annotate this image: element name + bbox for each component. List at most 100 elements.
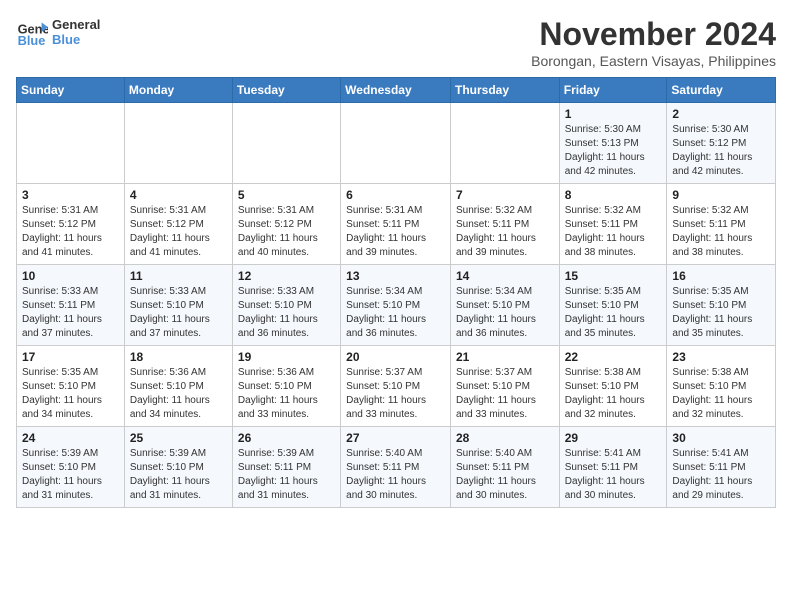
calendar-week-3: 10Sunrise: 5:33 AM Sunset: 5:11 PM Dayli…	[17, 265, 776, 346]
calendar-cell: 27 Sunrise: 5:40 AM Sunset: 5:11 PM Dayli…	[341, 427, 451, 508]
day-info: Sunrise: 5:35 AM Sunset: 5:10 PM Dayligh…	[672, 285, 770, 341]
day-number: 12	[238, 269, 335, 283]
day-number: 6	[346, 188, 445, 202]
calendar-cell: 2 Sunrise: 5:30 AM Sunset: 5:12 PM Daylig…	[667, 103, 776, 184]
day-number: 22	[565, 350, 662, 364]
day-number: 24	[22, 431, 119, 445]
calendar-cell: 12 Sunrise: 5:33 AM Sunset: 5:10 PM Dayli…	[232, 265, 340, 346]
day-info: Sunrise: 5:35 AM Sunset: 5:10 PM Dayligh…	[565, 285, 662, 341]
day-number: 9	[672, 188, 770, 202]
calendar-cell: 16 Sunrise: 5:35 AM Sunset: 5:10 PM Dayli…	[667, 265, 776, 346]
day-number: 5	[238, 188, 335, 202]
day-number: 27	[346, 431, 445, 445]
logo-icon: General Blue	[16, 16, 48, 48]
calendar-cell: 29Sunrise: 5:41 AM Sunset: 5:11 PM Dayli…	[559, 427, 667, 508]
day-number: 1	[565, 107, 662, 121]
day-number: 29	[565, 431, 662, 445]
day-number: 19	[238, 350, 335, 364]
day-info: Sunrise: 5:31 AM Sunset: 5:12 PM Dayligh…	[130, 204, 227, 260]
calendar-cell: 3 Sunrise: 5:31 AM Sunset: 5:12 PM Daylig…	[17, 184, 125, 265]
calendar-cell: 18Sunrise: 5:36 AM Sunset: 5:10 PM Dayli…	[124, 346, 232, 427]
day-number: 20	[346, 350, 445, 364]
calendar-cell: 30 Sunrise: 5:41 AM Sunset: 5:11 PM Dayli…	[667, 427, 776, 508]
page-header: General Blue General Blue November 2024 …	[16, 16, 776, 69]
day-number: 2	[672, 107, 770, 121]
calendar-cell	[450, 103, 559, 184]
calendar-cell: 17Sunrise: 5:35 AM Sunset: 5:10 PM Dayli…	[17, 346, 125, 427]
day-number: 3	[22, 188, 119, 202]
day-info: Sunrise: 5:38 AM Sunset: 5:10 PM Dayligh…	[565, 366, 662, 422]
calendar-cell: 14 Sunrise: 5:34 AM Sunset: 5:10 PM Dayli…	[450, 265, 559, 346]
day-number: 14	[456, 269, 554, 283]
calendar-cell: 6 Sunrise: 5:31 AM Sunset: 5:11 PM Daylig…	[341, 184, 451, 265]
calendar-cell: 13 Sunrise: 5:34 AM Sunset: 5:10 PM Dayli…	[341, 265, 451, 346]
calendar-cell: 7 Sunrise: 5:32 AM Sunset: 5:11 PM Daylig…	[450, 184, 559, 265]
day-info: Sunrise: 5:34 AM Sunset: 5:10 PM Dayligh…	[456, 285, 554, 341]
calendar-cell: 11 Sunrise: 5:33 AM Sunset: 5:10 PM Dayli…	[124, 265, 232, 346]
day-info: Sunrise: 5:33 AM Sunset: 5:10 PM Dayligh…	[130, 285, 227, 341]
day-info: Sunrise: 5:33 AM Sunset: 5:10 PM Dayligh…	[238, 285, 335, 341]
calendar-cell: 8Sunrise: 5:32 AM Sunset: 5:11 PM Daylig…	[559, 184, 667, 265]
calendar-week-5: 24 Sunrise: 5:39 AM Sunset: 5:10 PM Dayli…	[17, 427, 776, 508]
day-number: 10	[22, 269, 119, 283]
day-info: Sunrise: 5:35 AM Sunset: 5:10 PM Dayligh…	[22, 366, 119, 422]
day-number: 13	[346, 269, 445, 283]
calendar-cell	[232, 103, 340, 184]
day-info: Sunrise: 5:39 AM Sunset: 5:10 PM Dayligh…	[22, 447, 119, 503]
day-info: Sunrise: 5:30 AM Sunset: 5:12 PM Dayligh…	[672, 123, 770, 179]
calendar-cell: 5 Sunrise: 5:31 AM Sunset: 5:12 PM Daylig…	[232, 184, 340, 265]
day-info: Sunrise: 5:34 AM Sunset: 5:10 PM Dayligh…	[346, 285, 445, 341]
calendar-cell: 21Sunrise: 5:37 AM Sunset: 5:10 PM Dayli…	[450, 346, 559, 427]
day-number: 11	[130, 269, 227, 283]
calendar-week-2: 3 Sunrise: 5:31 AM Sunset: 5:12 PM Daylig…	[17, 184, 776, 265]
calendar-cell: 4 Sunrise: 5:31 AM Sunset: 5:12 PM Daylig…	[124, 184, 232, 265]
location-title: Borongan, Eastern Visayas, Philippines	[531, 53, 776, 69]
weekday-monday: Monday	[124, 78, 232, 103]
day-info: Sunrise: 5:32 AM Sunset: 5:11 PM Dayligh…	[565, 204, 662, 260]
logo-general: General	[52, 17, 100, 32]
day-number: 4	[130, 188, 227, 202]
calendar-table: SundayMondayTuesdayWednesdayThursdayFrid…	[16, 77, 776, 508]
calendar-cell	[17, 103, 125, 184]
weekday-header-row: SundayMondayTuesdayWednesdayThursdayFrid…	[17, 78, 776, 103]
day-number: 7	[456, 188, 554, 202]
day-number: 30	[672, 431, 770, 445]
calendar-cell: 26Sunrise: 5:39 AM Sunset: 5:11 PM Dayli…	[232, 427, 340, 508]
day-number: 18	[130, 350, 227, 364]
weekday-thursday: Thursday	[450, 78, 559, 103]
svg-text:Blue: Blue	[18, 33, 46, 48]
day-info: Sunrise: 5:32 AM Sunset: 5:11 PM Dayligh…	[672, 204, 770, 260]
calendar-cell: 15 Sunrise: 5:35 AM Sunset: 5:10 PM Dayli…	[559, 265, 667, 346]
calendar-week-1: 1 Sunrise: 5:30 AM Sunset: 5:13 PM Daylig…	[17, 103, 776, 184]
weekday-friday: Friday	[559, 78, 667, 103]
day-info: Sunrise: 5:31 AM Sunset: 5:12 PM Dayligh…	[22, 204, 119, 260]
day-number: 21	[456, 350, 554, 364]
weekday-saturday: Saturday	[667, 78, 776, 103]
day-info: Sunrise: 5:31 AM Sunset: 5:12 PM Dayligh…	[238, 204, 335, 260]
day-info: Sunrise: 5:38 AM Sunset: 5:10 PM Dayligh…	[672, 366, 770, 422]
day-info: Sunrise: 5:40 AM Sunset: 5:11 PM Dayligh…	[346, 447, 445, 503]
day-info: Sunrise: 5:30 AM Sunset: 5:13 PM Dayligh…	[565, 123, 662, 179]
weekday-wednesday: Wednesday	[341, 78, 451, 103]
weekday-sunday: Sunday	[17, 78, 125, 103]
calendar-week-4: 17Sunrise: 5:35 AM Sunset: 5:10 PM Dayli…	[17, 346, 776, 427]
calendar-cell: 20Sunrise: 5:37 AM Sunset: 5:10 PM Dayli…	[341, 346, 451, 427]
day-info: Sunrise: 5:41 AM Sunset: 5:11 PM Dayligh…	[672, 447, 770, 503]
calendar-cell: 25Sunrise: 5:39 AM Sunset: 5:10 PM Dayli…	[124, 427, 232, 508]
logo-blue: Blue	[52, 32, 100, 47]
month-title: November 2024	[531, 16, 776, 53]
title-area: November 2024 Borongan, Eastern Visayas,…	[531, 16, 776, 69]
calendar-cell: 23Sunrise: 5:38 AM Sunset: 5:10 PM Dayli…	[667, 346, 776, 427]
day-number: 16	[672, 269, 770, 283]
calendar-cell: 19 Sunrise: 5:36 AM Sunset: 5:10 PM Dayli…	[232, 346, 340, 427]
calendar-cell: 9 Sunrise: 5:32 AM Sunset: 5:11 PM Daylig…	[667, 184, 776, 265]
day-info: Sunrise: 5:32 AM Sunset: 5:11 PM Dayligh…	[456, 204, 554, 260]
calendar-cell	[341, 103, 451, 184]
day-number: 26	[238, 431, 335, 445]
day-number: 28	[456, 431, 554, 445]
calendar-cell: 10Sunrise: 5:33 AM Sunset: 5:11 PM Dayli…	[17, 265, 125, 346]
day-info: Sunrise: 5:31 AM Sunset: 5:11 PM Dayligh…	[346, 204, 445, 260]
day-number: 15	[565, 269, 662, 283]
calendar-cell: 24 Sunrise: 5:39 AM Sunset: 5:10 PM Dayli…	[17, 427, 125, 508]
day-info: Sunrise: 5:36 AM Sunset: 5:10 PM Dayligh…	[238, 366, 335, 422]
